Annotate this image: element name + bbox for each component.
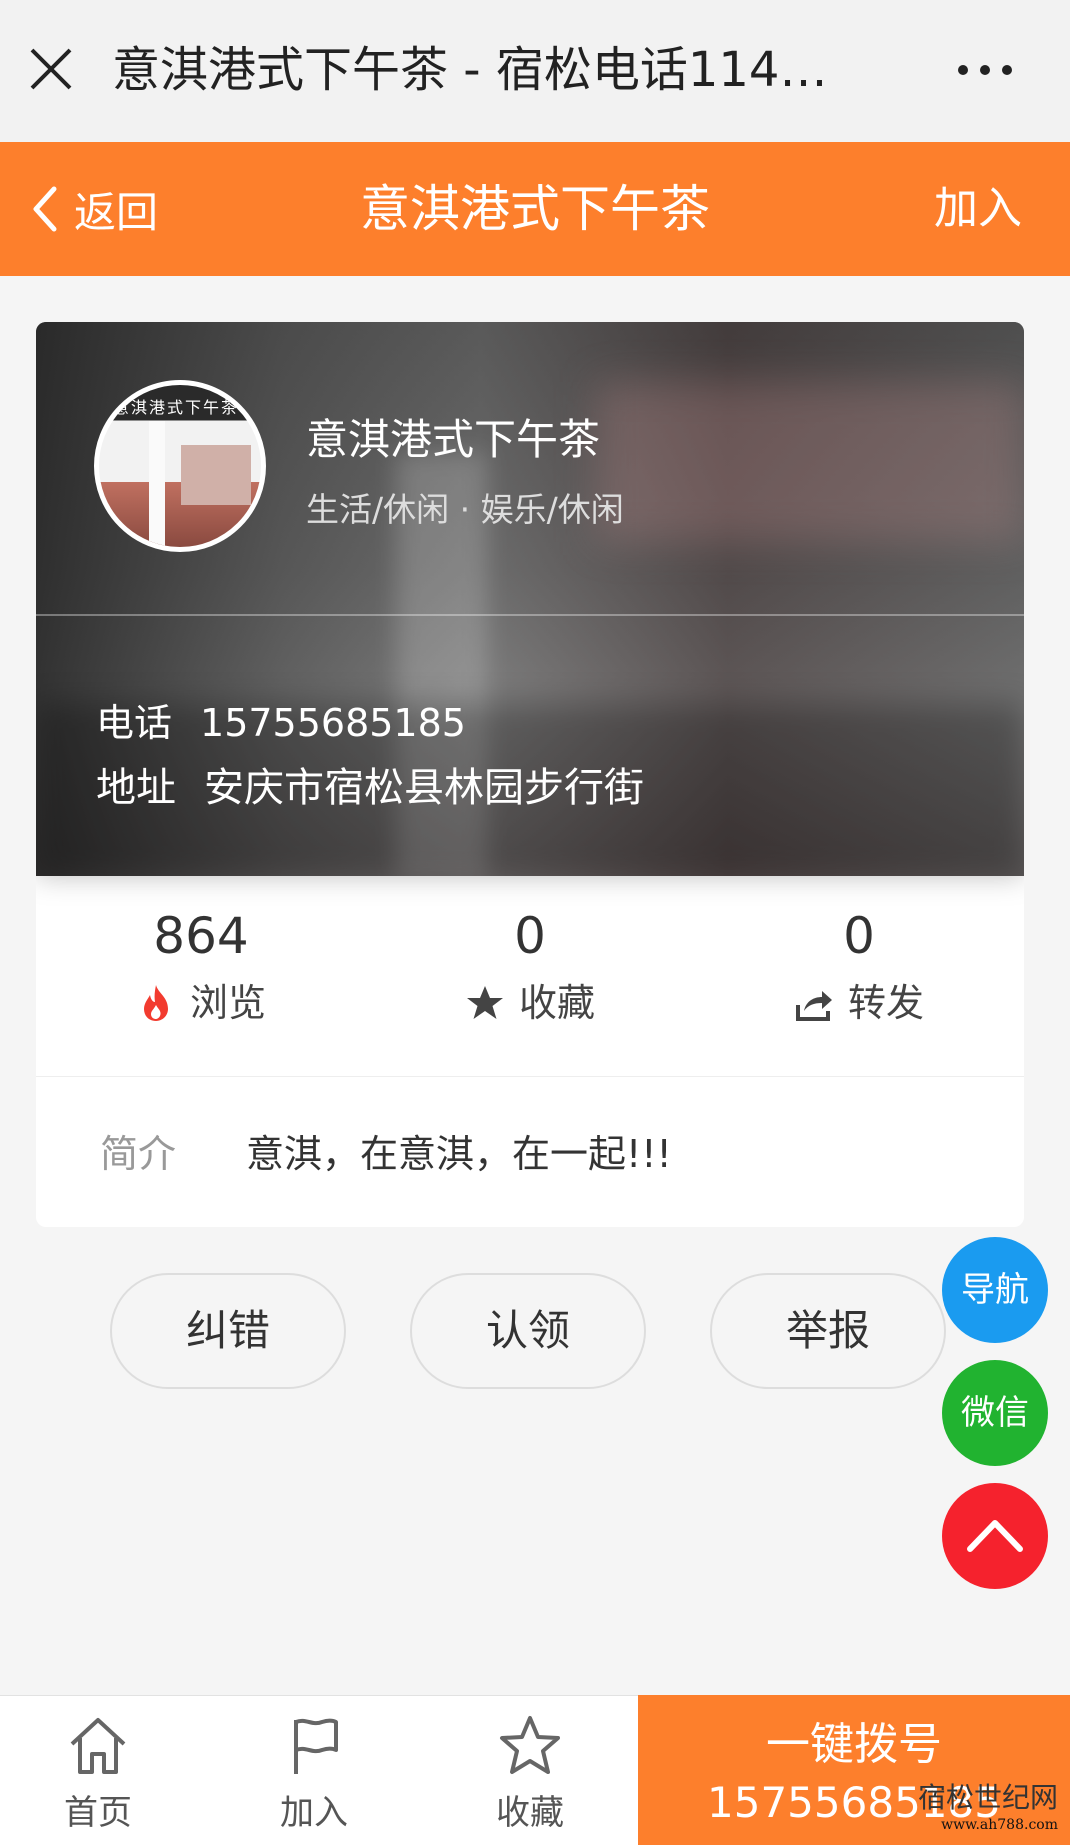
share-icon <box>795 991 832 1021</box>
address-row: 地址 安庆市宿松县林园步行街 <box>96 758 644 818</box>
fire-icon <box>143 985 168 1021</box>
back-label: 返回 <box>74 187 159 237</box>
page-header: 返回 意淇港式下午茶 加入 <box>0 142 1070 276</box>
avatar-door <box>181 445 251 505</box>
shop-hero: 意淇港式下午茶 意淇港式下午茶 生活/休闲 · 娱乐/休闲 电话 15755685… <box>36 322 1024 876</box>
hero-blur-sign <box>596 382 1024 542</box>
tab-join[interactable]: 加入 <box>224 1696 404 1846</box>
phone-row[interactable]: 电话 15755685185 <box>96 696 466 750</box>
tab-home-label: 首页 <box>64 1793 132 1833</box>
close-icon[interactable] <box>28 46 74 92</box>
dial-title: 一键拨号 <box>766 1719 942 1770</box>
avatar-sign-text: 意淇港式下午茶 <box>113 398 240 417</box>
phone-label: 电话 <box>96 701 173 745</box>
watermark-title: 宿松世纪网 <box>917 1781 1058 1814</box>
tab-home[interactable]: 首页 <box>8 1696 188 1846</box>
shop-avatar: 意淇港式下午茶 <box>94 380 266 552</box>
avatar-pillar <box>149 421 165 547</box>
intro-section: 简介 意淇，在意淇，在一起!!! <box>36 1077 1024 1227</box>
favorites-label-group: 收藏 <box>465 976 595 1030</box>
join-button[interactable]: 加入 <box>934 176 1022 242</box>
home-icon <box>70 1718 126 1774</box>
views-label: 浏览 <box>189 981 266 1025</box>
page-title: 意淇港式下午茶 <box>360 180 710 238</box>
star-outline-icon <box>500 1716 560 1774</box>
address-label: 地址 <box>96 765 176 811</box>
back-to-top-button[interactable] <box>942 1483 1048 1589</box>
hero-divider <box>36 614 1024 616</box>
report-error-button[interactable]: 纠错 <box>110 1273 346 1389</box>
flag-icon <box>294 1718 338 1774</box>
wechat-button[interactable]: 微信 <box>942 1360 1048 1466</box>
views-count: 864 <box>153 907 249 965</box>
favorites-label: 收藏 <box>518 981 595 1025</box>
wechat-title-bar: 意淇港式下午茶 - 宿松电话114… <box>0 0 1070 143</box>
stat-shares[interactable]: 0 转发 <box>694 876 1024 1030</box>
report-button[interactable]: 举报 <box>710 1273 946 1389</box>
stat-views: 864 浏览 <box>36 876 366 1030</box>
tab-join-label: 加入 <box>280 1793 348 1833</box>
chevron-left-icon <box>33 186 57 232</box>
site-watermark: 宿松世纪网 www.ah788.com <box>838 1780 1070 1845</box>
shares-label-group: 转发 <box>794 976 924 1030</box>
shop-name: 意淇港式下午茶 <box>306 415 601 464</box>
chevron-up-icon <box>967 1520 1023 1552</box>
phone-number[interactable]: 15755685185 <box>200 701 466 745</box>
intro-text: 意淇，在意淇，在一起!!! <box>246 1132 672 1176</box>
address-text: 安庆市宿松县林园步行街 <box>204 765 644 811</box>
tab-favorites-label: 收藏 <box>496 1793 564 1833</box>
views-label-group: 浏览 <box>136 976 266 1030</box>
shares-label: 转发 <box>847 981 924 1025</box>
back-button[interactable]: 返回 <box>30 176 158 242</box>
navigation-button[interactable]: 导航 <box>942 1237 1048 1343</box>
star-icon <box>466 986 503 1019</box>
watermark-url: www.ah788.com <box>941 1817 1058 1833</box>
tab-favorites[interactable]: 收藏 <box>440 1696 620 1846</box>
claim-button[interactable]: 认领 <box>410 1273 646 1389</box>
stat-favorites[interactable]: 0 收藏 <box>365 876 695 1030</box>
shop-categories: 生活/休闲 · 娱乐/休闲 <box>306 490 624 529</box>
intro-label: 简介 <box>100 1132 177 1176</box>
more-icon[interactable] <box>955 55 1015 85</box>
stats-row: 864 浏览 0 收藏 0 转发 <box>36 876 1024 1077</box>
favorites-count: 0 <box>514 907 546 965</box>
shop-card: 意淇港式下午茶 意淇港式下午茶 生活/休闲 · 娱乐/休闲 电话 15755685… <box>36 322 1024 1227</box>
shares-count: 0 <box>843 907 875 965</box>
wechat-page-title: 意淇港式下午茶 - 宿松电话114… <box>112 42 828 98</box>
